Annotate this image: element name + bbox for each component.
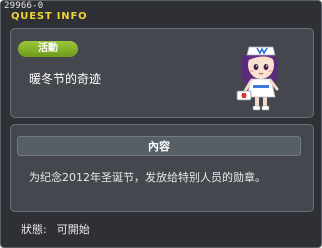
status-label: 狀態:	[21, 223, 47, 236]
quest-status: 狀態: 可開始	[21, 221, 90, 237]
quest-id: 29966-0	[4, 1, 44, 11]
quest-description: 为纪念2012年圣诞节，发放给特别人员的勋章。	[29, 171, 266, 184]
quest-name: 暖冬节的奇迹	[29, 72, 102, 86]
quest-category-badge: 活動	[18, 41, 78, 57]
content-section-header: 內容	[17, 136, 301, 156]
window-title: QUEST INFO	[11, 11, 88, 22]
status-value: 可開始	[56, 223, 90, 236]
nurse-npc-character-icon	[236, 46, 279, 111]
quest-info-window: 29966-0 QUEST INFO 活動 暖冬节的奇迹 內容 为纪念2012年…	[0, 0, 322, 248]
